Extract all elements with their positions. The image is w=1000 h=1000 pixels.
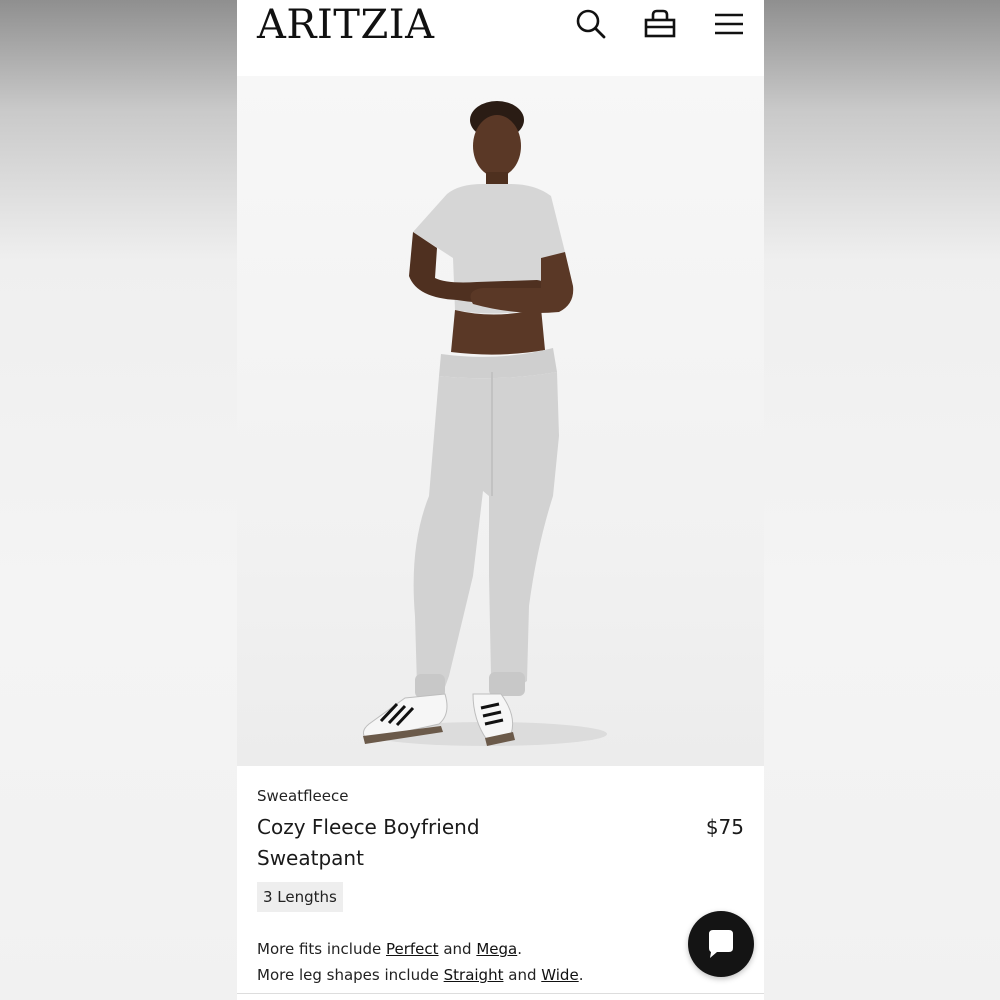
fit-link-mega[interactable]: Mega <box>476 940 517 958</box>
product-price: $75 <box>705 815 744 839</box>
more-shapes-line: More leg shapes include Straight and Wid… <box>257 966 583 984</box>
site-header: ARITZIA <box>237 0 764 76</box>
shape-link-wide[interactable]: Wide <box>541 966 578 984</box>
product-name[interactable]: Cozy Fleece Boyfriend Sweatpant <box>257 812 557 874</box>
more-shapes-joiner: and <box>508 966 537 984</box>
shape-link-straight[interactable]: Straight <box>444 966 504 984</box>
fit-link-perfect[interactable]: Perfect <box>386 940 439 958</box>
more-fits-joiner: and <box>443 940 472 958</box>
product-brand[interactable]: Sweatfleece <box>257 787 348 805</box>
aritzia-logo[interactable]: ARITZIA <box>257 0 434 50</box>
chat-button[interactable] <box>688 911 754 977</box>
mobile-page: ARITZIA Sweatfleece Cozy Fleece Boyfrien… <box>237 0 764 1000</box>
model-photo-illustration <box>363 101 607 746</box>
chat-bubble-icon <box>709 930 733 958</box>
search-icon[interactable] <box>575 8 607 40</box>
more-shapes-prefix: More leg shapes include <box>257 966 439 984</box>
more-fits-suffix: . <box>517 940 523 958</box>
shopping-bag-icon[interactable] <box>644 8 676 40</box>
more-fits-line: More fits include Perfect and Mega. <box>257 940 522 958</box>
more-fits-prefix: More fits include <box>257 940 382 958</box>
product-image[interactable] <box>237 76 764 766</box>
lengths-badge[interactable]: 3 Lengths <box>257 882 343 912</box>
more-shapes-suffix: . <box>578 966 584 984</box>
divider <box>237 993 764 994</box>
hamburger-menu-icon[interactable] <box>713 8 745 40</box>
